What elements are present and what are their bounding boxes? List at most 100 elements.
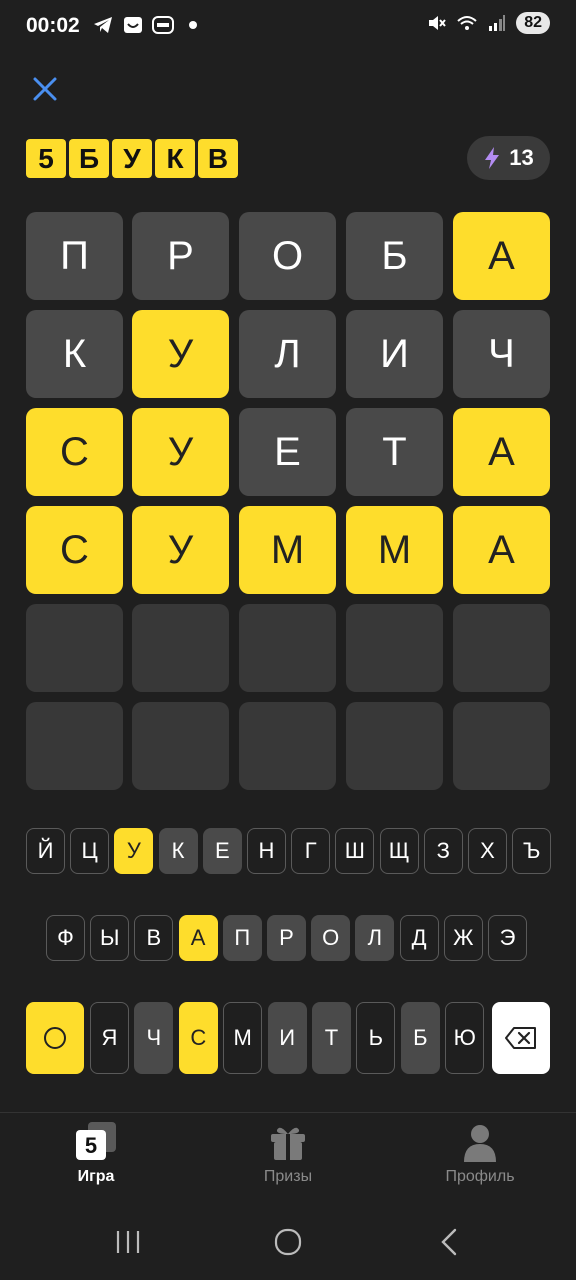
nav-label-prizes: Призы — [263, 1168, 313, 1185]
logo-tile: У — [112, 139, 152, 178]
key-letter[interactable]: У — [114, 828, 154, 874]
board-cell: А — [453, 506, 550, 594]
board-cell: У — [132, 408, 229, 496]
energy-counter[interactable]: 13 — [467, 136, 550, 180]
key-letter[interactable]: К — [158, 828, 198, 874]
wifi-icon — [456, 12, 478, 34]
key-letter[interactable]: Ъ — [512, 828, 552, 874]
key-letter[interactable]: Э — [488, 915, 527, 961]
board-cell — [132, 702, 229, 790]
system-navigation-bar — [0, 1220, 576, 1264]
status-app-icons — [92, 14, 204, 36]
nav-label-profile: Профиль — [445, 1168, 515, 1185]
board-cell: У — [132, 310, 229, 398]
back-button[interactable] — [420, 1220, 480, 1264]
key-letter[interactable]: В — [134, 915, 174, 961]
dot-icon — [182, 14, 204, 36]
back-icon — [441, 1228, 457, 1256]
logo-tile: К — [155, 139, 195, 178]
game-icon-digit: 5 — [85, 1133, 97, 1158]
board-cell — [346, 604, 443, 692]
key-letter[interactable]: Д — [399, 915, 439, 961]
close-button[interactable] — [28, 72, 62, 106]
board-cell — [132, 604, 229, 692]
key-letter[interactable]: Т — [312, 1002, 351, 1074]
board-cell: М — [239, 506, 336, 594]
nav-item-profile[interactable]: Профиль — [410, 1122, 550, 1186]
recents-icon — [116, 1231, 140, 1253]
mute-icon — [426, 12, 448, 34]
key-letter[interactable]: Б — [400, 1002, 440, 1074]
key-letter[interactable]: Х — [468, 828, 507, 874]
home-button[interactable] — [258, 1220, 318, 1264]
board-cell: М — [346, 506, 443, 594]
board-cell — [346, 702, 443, 790]
key-letter[interactable]: П — [222, 915, 262, 961]
board-cell — [239, 604, 336, 692]
key-letter[interactable]: Щ — [379, 828, 419, 874]
key-letter[interactable]: Ы — [90, 915, 130, 961]
key-letter[interactable]: Й — [26, 828, 65, 874]
battery-indicator: 82 — [516, 12, 550, 34]
board-cell: И — [346, 310, 443, 398]
close-icon — [33, 77, 57, 101]
recents-button[interactable] — [98, 1220, 158, 1264]
key-letter[interactable]: Ч — [134, 1002, 174, 1074]
home-icon — [274, 1228, 302, 1256]
circle-icon — [44, 1027, 66, 1049]
backspace-icon — [505, 1027, 536, 1049]
logo-tile: В — [198, 139, 238, 178]
board-cell — [26, 702, 123, 790]
status-system-icons: 82 — [426, 12, 550, 34]
nav-divider — [0, 1112, 576, 1113]
key-letter[interactable]: Е — [202, 828, 242, 874]
board-cell: Ч — [453, 310, 550, 398]
key-letter[interactable]: Н — [247, 828, 286, 874]
key-letter[interactable]: С — [178, 1002, 218, 1074]
key-letter[interactable]: З — [423, 828, 463, 874]
game-logo: 5 Б У К В — [26, 139, 238, 178]
board-cell: А — [453, 212, 550, 300]
key-letter[interactable]: Ж — [443, 915, 483, 961]
key-letter[interactable]: М — [223, 1002, 263, 1074]
profile-icon — [464, 1125, 496, 1162]
backspace-key[interactable] — [492, 1002, 550, 1074]
telegram-icon — [92, 14, 114, 36]
key-letter[interactable]: Ю — [445, 1002, 485, 1074]
nav-item-game[interactable]: 5 Игра — [26, 1122, 166, 1186]
board-cell: Л — [239, 310, 336, 398]
board-cell: Б — [346, 212, 443, 300]
key-letter[interactable]: Ф — [46, 915, 85, 961]
status-bar: 00:02 82 — [0, 0, 576, 56]
board-cell: У — [132, 506, 229, 594]
game-5-icon: 5 — [76, 1122, 116, 1160]
enter-key[interactable] — [26, 1002, 84, 1074]
board-cell: С — [26, 408, 123, 496]
key-letter[interactable]: Ц — [70, 828, 110, 874]
key-letter[interactable]: И — [267, 1002, 307, 1074]
nav-item-prizes[interactable]: Призы — [218, 1122, 358, 1186]
burger-king-icon — [152, 14, 174, 36]
status-time: 00:02 — [26, 14, 80, 37]
key-letter[interactable]: Я — [90, 1002, 129, 1074]
board-cell: К — [26, 310, 123, 398]
logo-tile: 5 — [26, 139, 66, 178]
board-cell: П — [26, 212, 123, 300]
board-cell: С — [26, 506, 123, 594]
energy-count: 13 — [509, 145, 534, 170]
board-cell: О — [239, 212, 336, 300]
board-cell: Е — [239, 408, 336, 496]
key-letter[interactable]: Ь — [356, 1002, 396, 1074]
board-cell: А — [453, 408, 550, 496]
board-cell: Р — [132, 212, 229, 300]
key-letter[interactable]: Л — [355, 915, 395, 961]
board-cell — [453, 604, 550, 692]
board-cell — [453, 702, 550, 790]
key-letter[interactable]: Р — [267, 915, 306, 961]
nav-label-game: Игра — [77, 1168, 115, 1185]
key-letter[interactable]: О — [311, 915, 351, 961]
key-letter[interactable]: Ш — [335, 828, 375, 874]
key-letter[interactable]: Г — [291, 828, 331, 874]
gift-icon — [271, 1127, 305, 1160]
key-letter[interactable]: А — [178, 915, 218, 961]
